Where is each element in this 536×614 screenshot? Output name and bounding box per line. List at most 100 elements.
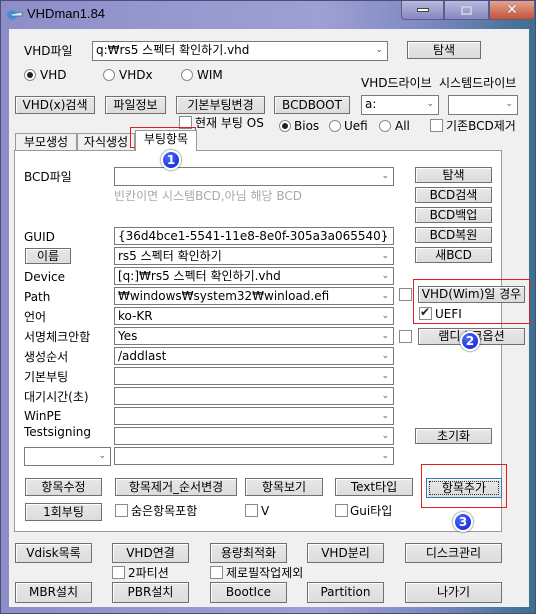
- default-boot-change-button[interactable]: 기본부팅변경: [176, 96, 265, 114]
- firmware-uefi-label: Uefi: [344, 119, 368, 133]
- winpe-combo[interactable]: ⌄: [114, 407, 394, 425]
- guid-combo[interactable]: {36d4bce1-5541-11e8-8e0f-305a3a065540} ⌄: [114, 227, 394, 245]
- tab-parent-create[interactable]: 부모생성: [15, 133, 77, 151]
- edit-entry-button[interactable]: 항목수정: [25, 478, 102, 496]
- annotation-badge-1: 1: [161, 150, 181, 170]
- current-boot-os-checkbox[interactable]: [179, 116, 192, 129]
- close-button[interactable]: ✕: [489, 1, 535, 20]
- view-entry-button[interactable]: 항목보기: [245, 478, 323, 496]
- bcd-backup-button[interactable]: BCD백업: [415, 207, 492, 223]
- one-time-boot-button[interactable]: 1회부팅: [25, 503, 102, 521]
- path-label: Path: [24, 290, 51, 304]
- maximize-button[interactable]: [444, 1, 489, 20]
- gui-type-checkbox[interactable]: [335, 504, 348, 517]
- name-button[interactable]: 이름: [25, 248, 71, 264]
- name-combo[interactable]: rs5 스펙터 확인하기 ⌄: [114, 247, 394, 265]
- partition-button[interactable]: Partition: [307, 582, 384, 603]
- browse-vhd-button[interactable]: 탐색: [407, 41, 481, 59]
- exit-button[interactable]: 나가기: [405, 582, 502, 603]
- tab-boot-entries[interactable]: 부팅항목: [135, 130, 197, 151]
- remove-existing-bcd-label: 기존BCD제거: [446, 119, 516, 133]
- app-icon: [7, 10, 23, 20]
- vhd-detach-button[interactable]: VHD분리: [307, 543, 384, 563]
- minimize-button[interactable]: [401, 1, 444, 20]
- remove-reorder-button[interactable]: 항목제거_순서변경: [115, 478, 237, 496]
- no-integrity-check-label: 서명체크안함: [24, 330, 91, 344]
- ramdisk-checkbox[interactable]: [399, 330, 412, 343]
- app-window: VHDman1.84 ✕ VHD파일 q:₩rs5 스펙터 확인하기.vhd ⌄ …: [0, 0, 536, 614]
- language-combo[interactable]: ko-KR ⌄: [114, 307, 394, 325]
- remove-existing-bcd-checkbox[interactable]: [430, 119, 443, 132]
- chevron-down-icon: ⌄: [381, 171, 389, 181]
- chevron-down-icon: ⌄: [381, 331, 389, 341]
- firmware-radio-uefi[interactable]: [329, 120, 341, 132]
- bcd-browse-button[interactable]: 탐색: [415, 167, 492, 183]
- timeout-combo[interactable]: ⌄: [114, 387, 394, 405]
- testsigning-combo[interactable]: ⌄: [114, 427, 394, 445]
- device-combo[interactable]: [q:]₩rs5 스펙터 확인하기.vhd ⌄: [114, 267, 394, 285]
- v-label: V: [261, 504, 270, 518]
- include-hidden-label: 숨은항목포함: [131, 504, 198, 518]
- no-integrity-check-combo[interactable]: Yes ⌄: [114, 327, 394, 345]
- bcd-file-combo[interactable]: ⌄: [114, 167, 394, 186]
- vhd-search-button[interactable]: VHD(x)검색: [15, 96, 95, 114]
- annotation-badge-2: 2: [460, 331, 480, 351]
- format-vhdx-label: VHDx: [119, 68, 153, 82]
- vhd-file-combo[interactable]: q:₩rs5 스펙터 확인하기.vhd ⌄: [92, 41, 388, 61]
- bcdboot-button[interactable]: BCDBOOT: [274, 96, 350, 114]
- system-drive-combo[interactable]: ⌄: [448, 95, 518, 115]
- vhd-wim-checkbox[interactable]: [399, 288, 412, 301]
- chevron-down-icon: ⌄: [426, 99, 434, 109]
- testsigning-label: Testsigning: [24, 425, 91, 439]
- bcd-restore-button[interactable]: BCD복원: [415, 227, 492, 243]
- extra-key-combo[interactable]: ⌄: [24, 447, 111, 466]
- chevron-down-icon: ⌄: [381, 271, 389, 281]
- vhd-drive-combo[interactable]: a: ⌄: [361, 95, 439, 115]
- create-order-combo[interactable]: /addlast ⌄: [114, 347, 394, 365]
- format-radio-vhdx[interactable]: [103, 69, 115, 81]
- vhd-file-value: q:₩rs5 스펙터 확인하기.vhd: [96, 43, 250, 57]
- default-boot-combo[interactable]: ⌄: [114, 367, 394, 385]
- optimize-size-button[interactable]: 용량최적화: [210, 543, 287, 563]
- annotation-badge-3: 3: [453, 512, 473, 532]
- firmware-all-label: All: [395, 119, 410, 133]
- v-checkbox[interactable]: [245, 504, 258, 517]
- tab-child-create[interactable]: 자식생성: [77, 133, 135, 151]
- extra-value-combo[interactable]: ⌄: [114, 447, 394, 465]
- chevron-down-icon: ⌄: [381, 351, 389, 361]
- include-hidden-checkbox[interactable]: [115, 504, 128, 517]
- bcd-search-button[interactable]: BCD검색: [415, 187, 492, 203]
- device-label: Device: [24, 270, 66, 284]
- path-combo[interactable]: ₩windows₩system32₩winload.efi ⌄: [114, 287, 394, 305]
- firmware-radio-all[interactable]: [379, 120, 391, 132]
- vhd-attach-button[interactable]: VHD연결: [112, 543, 189, 563]
- system-drive-label: 시스템드라이브: [439, 76, 517, 90]
- default-boot-label: 기본부팅: [24, 370, 69, 384]
- chevron-down-icon: ⌄: [381, 371, 389, 381]
- reset-button[interactable]: 초기화: [415, 428, 492, 444]
- vhd-wim-case-button[interactable]: VHD(Wim)일 경우: [418, 286, 525, 303]
- client-area: VHD파일 q:₩rs5 스펙터 확인하기.vhd ⌄ 탐색 VHD VHDx W…: [9, 29, 530, 607]
- pbr-install-button[interactable]: PBR설치: [112, 582, 189, 603]
- two-partition-label: 2파티션: [128, 566, 169, 580]
- exclude-zerofill-checkbox[interactable]: [210, 566, 223, 579]
- new-bcd-button[interactable]: 새BCD: [415, 247, 492, 263]
- add-entry-button[interactable]: 항목추가: [426, 478, 502, 498]
- two-partition-checkbox[interactable]: [112, 566, 125, 579]
- language-label: 언어: [24, 310, 47, 324]
- vdisk-list-button[interactable]: Vdisk목록: [15, 543, 92, 563]
- close-icon: ✕: [506, 2, 518, 18]
- create-order-value: /addlast: [118, 349, 167, 363]
- uefi-checkbox[interactable]: [419, 305, 432, 320]
- text-type-button[interactable]: Text타입: [335, 478, 413, 496]
- firmware-radio-bios[interactable]: [279, 120, 291, 132]
- disk-management-button[interactable]: 디스크관리: [405, 543, 502, 563]
- chevron-down-icon: ⌄: [381, 311, 389, 321]
- format-radio-wim[interactable]: [181, 69, 193, 81]
- file-info-button[interactable]: 파일정보: [105, 96, 166, 114]
- mbr-install-button[interactable]: MBR설치: [15, 582, 92, 603]
- title-bar[interactable]: VHDman1.84 ✕: [1, 1, 535, 29]
- bootice-button[interactable]: BootIce: [210, 582, 287, 603]
- path-value: ₩windows₩system32₩winload.efi: [118, 289, 330, 303]
- format-radio-vhd[interactable]: [24, 69, 36, 81]
